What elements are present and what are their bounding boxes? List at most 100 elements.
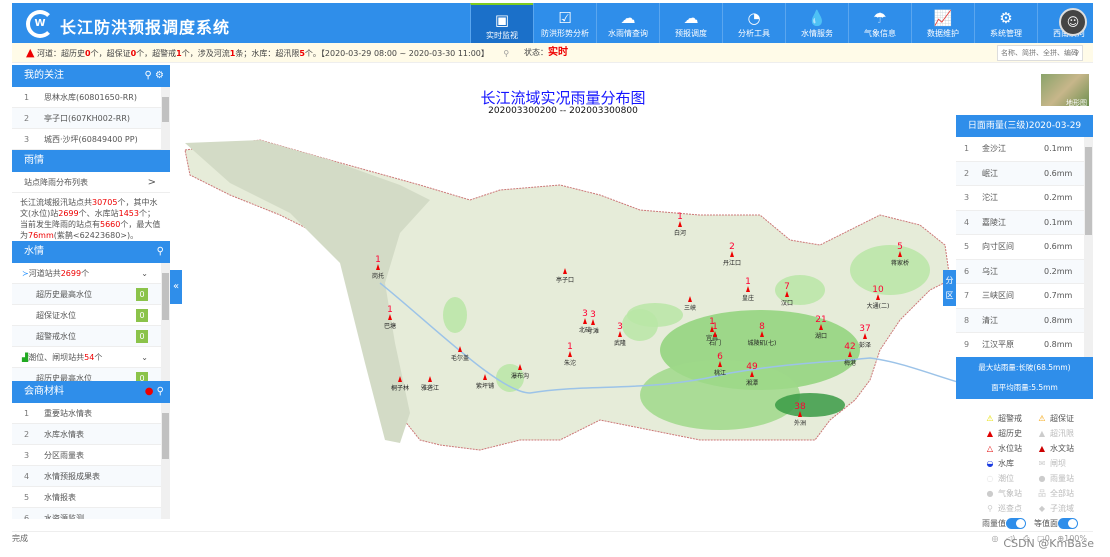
nav-item-4[interactable]: ◔ 分析工具	[722, 3, 785, 43]
station-rain-value: 6	[717, 352, 723, 362]
list-item[interactable]: 6 水资源监测	[12, 508, 170, 519]
station-search-input[interactable]: 名称、简拼、全拼、编码 ⚲	[997, 45, 1083, 61]
search-icon[interactable]: ⚲	[503, 49, 509, 58]
daily-rain-row[interactable]: 8 清江 0.8mm	[956, 308, 1093, 333]
rain-header: 雨情	[12, 150, 170, 172]
daily-rain-row[interactable]: 5 向寸区间 0.6mm	[956, 235, 1093, 260]
legend-item[interactable]: ⚠ 超警戒	[982, 411, 1034, 426]
water-group-header[interactable]: ≻河道站共2699个 ⌄	[12, 263, 170, 284]
search-icon: ⚲	[1073, 49, 1079, 57]
station-rain-value: 2	[729, 242, 735, 252]
legend-item[interactable]: ⚲ 巡查点	[982, 501, 1034, 516]
chevron-down-icon: ⌄	[141, 269, 148, 278]
rain-cloud-icon: ☁	[620, 9, 636, 27]
terrain-map-button[interactable]: 地形图	[1040, 73, 1090, 107]
rain-station-icon: ●	[1038, 474, 1046, 483]
user-avatar[interactable]: ☺	[1059, 8, 1087, 36]
scrollbar[interactable]	[161, 87, 170, 150]
region-toggle-button[interactable]: 分区	[943, 270, 956, 306]
station-rain-value: 8	[759, 322, 765, 332]
station-label: 彭泽	[859, 341, 871, 349]
collapse-left-button[interactable]: «	[170, 270, 182, 304]
rain-distribution-link[interactable]: 站点降雨分布列表 >	[12, 172, 170, 193]
nav-item-7[interactable]: 📈 数据维护	[911, 3, 974, 43]
water-item[interactable]: 超历史最高水位 0	[12, 284, 170, 305]
daily-rain-row[interactable]: 6 乌江 0.2mm	[956, 259, 1093, 284]
basin-map-svg[interactable]: 岗托1巴塘1雅砻江桐子林毛尔盖紫坪铺瀑布沟亭子口寸滩3北碚3朱沱1 武隆3白河1丹…	[170, 63, 1071, 530]
legend-item[interactable]: ◌ 潮位	[982, 471, 1034, 486]
station-label: 蒋家桥	[891, 259, 909, 267]
search-icon[interactable]: ⚲	[157, 386, 164, 397]
legend-item[interactable]: △ 水位站	[982, 441, 1034, 456]
water-item[interactable]: 超警戒水位 0	[12, 326, 170, 347]
water-drop-icon: 💧	[807, 9, 827, 27]
location-pin-icon[interactable]: ●	[145, 386, 154, 397]
list-item[interactable]: 2 亭子口(607KH002-RR)	[12, 108, 170, 129]
station-label: 瀑布沟	[511, 372, 529, 380]
legend-item[interactable]: ● 气象站	[982, 486, 1034, 501]
nav-item-2[interactable]: ☁ 水雨情查询	[596, 3, 659, 43]
nav-item-5[interactable]: 💧 水情服务	[785, 3, 848, 43]
scrollbar[interactable]	[161, 403, 170, 519]
water-item[interactable]: 超历史最高水位 0	[12, 368, 170, 381]
station-label: 湘潭	[746, 379, 758, 387]
list-item[interactable]: 1 思林水库(60801650-RR)	[12, 87, 170, 108]
list-item[interactable]: 2 水库水情表	[12, 424, 170, 445]
daily-rain-footer: 最大站雨量:长陂(68.5mm) 面平均雨量:5.5mm	[956, 357, 1093, 399]
list-item[interactable]: 4 水情预报成果表	[12, 466, 170, 487]
rainfall-area	[850, 245, 930, 295]
legend-item[interactable]: ◆ 子流域	[1034, 501, 1086, 516]
rain-value-toggle[interactable]: 雨量值	[982, 518, 1026, 529]
weather-station-icon: ●	[986, 489, 994, 498]
scrollbar[interactable]	[1084, 137, 1093, 357]
station-label: 紫坪铺	[476, 382, 494, 390]
legend-item[interactable]: ● 雨量站	[1034, 471, 1086, 486]
consult-list: 1 重要站水情表 2 水库水情表 3 分区雨量表 4 水情预报成果表 5 水情报表 6 水资源监测	[12, 403, 170, 519]
consult-header: 会商材料 ● ⚲	[12, 381, 170, 403]
river-icon: ≻	[22, 269, 29, 278]
daily-rain-row[interactable]: 4 嘉陵江 0.1mm	[956, 210, 1093, 235]
daily-rain-row[interactable]: 3 沱江 0.2mm	[956, 186, 1093, 211]
legend-item[interactable]: ▲ 超历史	[982, 426, 1034, 441]
legend-item[interactable]: ◒ 水库	[982, 456, 1034, 471]
station-label: 亭子口	[556, 276, 574, 284]
nav-item-0[interactable]: ▣ 实时监视	[470, 3, 533, 43]
gear-icon[interactable]: ⚙	[155, 70, 164, 81]
chevron-down-icon: ⌄	[141, 353, 148, 362]
nav-item-8[interactable]: ⚙ 系统管理	[974, 3, 1037, 43]
rainfall-map[interactable]: 岗托 1 巴塘 1 雅砻江 桐子林 毛尔盖 紫坪铺 瀑布沟 亭子口 寸滩 3 北碚 3 朱沱 1 武隆 3 白河 1 丹…	[170, 63, 1071, 530]
daily-rain-row[interactable]: 1 金沙江 0.1mm	[956, 137, 1093, 162]
rainfall-area	[622, 309, 658, 341]
search-icon[interactable]: ⚲	[145, 70, 152, 81]
warning-orange-icon: ⚠	[1038, 414, 1046, 423]
water-group-header[interactable]: ▟潮位、闸坝站共54个 ⌄	[12, 347, 170, 368]
daily-rain-row[interactable]: 7 三峡区间 0.7mm	[956, 284, 1093, 309]
daily-rain-row[interactable]: 2 岷江 0.6mm	[956, 161, 1093, 186]
water-item[interactable]: 超保证水位 0	[12, 305, 170, 326]
list-item[interactable]: 3 分区雨量表	[12, 445, 170, 466]
legend-item[interactable]: 品全部站	[1034, 486, 1086, 501]
station-label: 外洲	[794, 419, 806, 427]
daily-rain-panel: 日面雨量(三级)2020-03-29 1 金沙江 0.1mm 2 岷江 0.6mm 3 沱江 0…	[956, 115, 1093, 399]
daily-rain-row[interactable]: 9 江汉平原 0.8mm	[956, 333, 1093, 357]
search-icon[interactable]: ⚲	[157, 241, 164, 263]
legend-item[interactable]: ▲ 水文站	[1034, 441, 1086, 456]
nav-item-1[interactable]: ☑ 防洪形势分析	[533, 3, 596, 43]
legend-item[interactable]: ✉ 闸坝	[1034, 456, 1086, 471]
legend-item[interactable]: ▲ 超汛限	[1034, 426, 1086, 441]
scrollbar[interactable]	[161, 263, 170, 381]
isosurface-toggle[interactable]: 等值面	[1034, 518, 1078, 529]
nav-item-3[interactable]: ☁ 预报调度	[659, 3, 722, 43]
checkbox-screen-icon: ☑	[558, 9, 572, 27]
list-item[interactable]: 1 重要站水情表	[12, 403, 170, 424]
legend-item[interactable]: ⚠ 超保证	[1034, 411, 1086, 426]
triangle-outline-icon: △	[986, 444, 994, 453]
station-label: 石门	[709, 339, 721, 347]
station-label: 雅砻江	[421, 384, 439, 392]
list-item[interactable]: 5 水情报表	[12, 487, 170, 508]
station-rain-value: 1	[745, 277, 751, 287]
nav-item-6[interactable]: ☂ 气象信息	[848, 3, 911, 43]
triangle-red-icon: ▲	[986, 429, 994, 438]
daily-rain-title: 日面雨量(三级)2020-03-29	[956, 115, 1093, 137]
list-item[interactable]: 3 城西·沙坪(60849400 PP)	[12, 129, 170, 150]
